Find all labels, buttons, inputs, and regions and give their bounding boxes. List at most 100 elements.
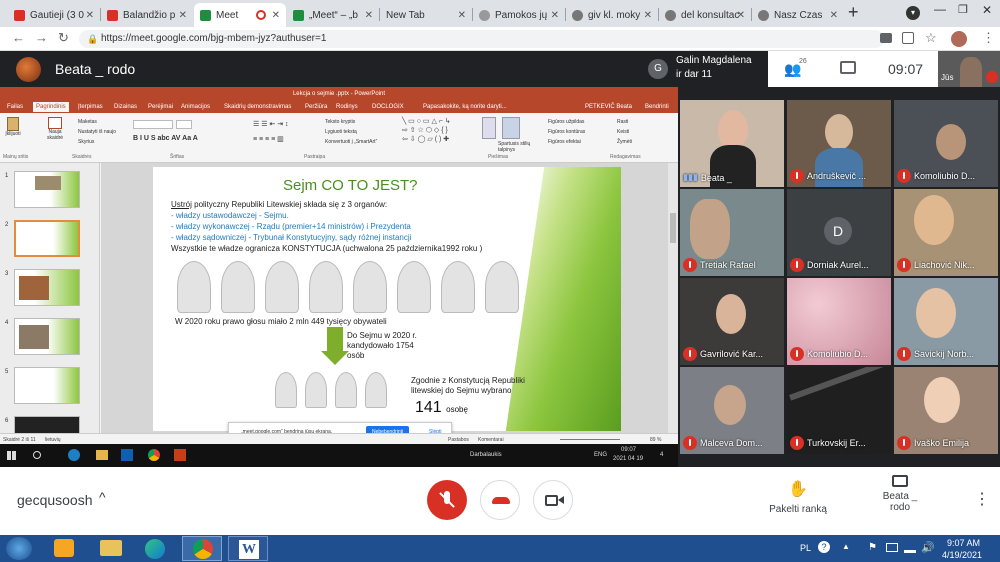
layout-button[interactable]: Maketas	[78, 119, 97, 125]
maximize-button[interactable]: ❐	[958, 3, 968, 16]
ppt-tab[interactable]: Įterpimas	[78, 104, 103, 110]
ppt-tab[interactable]: Peržiūra	[305, 104, 327, 110]
translate-icon[interactable]	[902, 32, 914, 44]
close-tab-icon[interactable]: ✕	[644, 10, 652, 21]
help-icon[interactable]: ?	[818, 541, 830, 553]
ppt-tab[interactable]: DOCLOGIX	[372, 104, 404, 110]
font-size-box[interactable]	[176, 120, 192, 129]
participant-tile[interactable]: Tretiak Rafael	[680, 189, 784, 276]
paste-button[interactable]: Įklijuoti	[3, 117, 23, 143]
ppt-tab[interactable]: Perėjimai	[148, 104, 173, 110]
reload-icon[interactable]: ↻	[58, 30, 69, 46]
tray-arrow-icon[interactable]: ▲	[842, 542, 850, 551]
minimize-button[interactable]: —	[934, 2, 946, 16]
search-icon[interactable]	[33, 451, 41, 459]
browser-tab-active[interactable]: Meet ✕	[194, 3, 286, 27]
more-options-icon[interactable]: ⋮	[974, 489, 990, 509]
file-explorer-icon[interactable]	[100, 540, 122, 556]
shape-effects-button[interactable]: Figūros efektai	[548, 139, 581, 145]
slide-thumbnail[interactable]	[14, 269, 80, 306]
powerpoint-icon[interactable]	[174, 449, 186, 461]
ppt-tab-active[interactable]: Pagrindinis	[33, 102, 69, 112]
ppt-tab[interactable]: Dizainas	[114, 104, 137, 110]
browser-tab[interactable]: Pamokos jų ✕	[473, 3, 565, 27]
volume-icon[interactable]: 🔊	[921, 541, 935, 554]
close-tab-icon[interactable]: ✕	[551, 10, 559, 21]
browser-tab[interactable]: Nasz Czas ✕	[752, 3, 844, 27]
reset-button[interactable]: Nustatyti iš naujo	[78, 129, 116, 135]
replace-button[interactable]: Keisti	[617, 129, 629, 135]
align-row[interactable]: ≡ ≡ ≡ ≡ ▥	[253, 135, 284, 143]
language-indicator[interactable]: PL	[800, 543, 811, 553]
browser-tab[interactable]: giv kl. moky ✕	[566, 3, 658, 27]
leave-call-button[interactable]	[480, 480, 520, 520]
comments-button[interactable]: Komentarai	[478, 437, 504, 443]
explorer-icon[interactable]	[96, 450, 108, 460]
edge-taskbar-icon[interactable]	[145, 539, 165, 559]
close-tab-icon[interactable]: ✕	[458, 10, 466, 21]
chrome-taskbar-icon[interactable]	[182, 536, 222, 561]
chat-icon[interactable]	[840, 61, 856, 74]
share-button[interactable]: Bendrinti	[645, 104, 669, 110]
edge-icon[interactable]	[68, 449, 80, 461]
participant-tile[interactable]: Ivaško Emilija	[894, 367, 998, 454]
display-icon[interactable]	[886, 543, 898, 552]
flag-icon[interactable]: ⚑	[868, 542, 877, 553]
browser-tab[interactable]: del konsultac ✕	[659, 3, 751, 27]
profile-avatar[interactable]	[951, 31, 967, 47]
close-tab-icon[interactable]: ✕	[830, 10, 838, 21]
star-icon[interactable]: ☆	[925, 30, 937, 46]
participant-tile[interactable]: Andruškevič ...	[787, 100, 891, 187]
ppt-tab[interactable]: Failas	[7, 104, 23, 110]
close-tab-icon[interactable]: ✕	[365, 10, 373, 21]
browser-tab[interactable]: Balandžio p ✕	[101, 3, 193, 27]
new-tab-button[interactable]: +	[848, 2, 859, 23]
current-slide[interactable]: Sejm CO TO JEST? Ustrój polityczny Repub…	[153, 167, 621, 431]
participant-tile[interactable]: Turkovskij Er...	[787, 367, 891, 454]
pinned-participant[interactable]: G Galin Magdalena ir dar 11	[640, 51, 768, 87]
font-name-box[interactable]	[133, 120, 173, 129]
participant-tile[interactable]: Malceva Dom...	[680, 367, 784, 454]
zoom-slider[interactable]	[560, 439, 620, 440]
microphone-button[interactable]	[427, 480, 467, 520]
network-icon[interactable]	[904, 543, 916, 553]
url-field[interactable]: 🔒 https://meet.google.com/bjg-mbem-jyz?au…	[79, 30, 884, 48]
participant-tile[interactable]: Savickij Norb...	[894, 278, 998, 365]
ppt-tab[interactable]: Animacijos	[181, 104, 210, 110]
meeting-details-chevron-icon[interactable]: ^	[99, 489, 106, 505]
browser-tab[interactable]: New Tab ✕	[380, 3, 472, 27]
participant-tile[interactable]: ▮▮▮ Beata _	[680, 100, 784, 187]
smartart-button[interactable]: Konvertuoti į „SmartArt“	[325, 139, 377, 145]
participant-tile[interactable]: Liachović Nik...	[894, 189, 998, 276]
slide-thumbnail-selected[interactable]	[14, 220, 80, 257]
participant-tile[interactable]: Komoliubio D...	[894, 100, 998, 187]
participant-tile[interactable]: Komoliubio D...	[787, 278, 891, 365]
participant-tile[interactable]: Gavrilović Kar...	[680, 278, 784, 365]
tab-search-icon[interactable]: ▾	[906, 6, 920, 20]
font-format-row[interactable]: B I U S abc AV Aa A	[133, 135, 198, 142]
windows-icon[interactable]	[7, 451, 16, 460]
forward-icon[interactable]: →	[35, 30, 48, 45]
ppt-tab[interactable]: Skaidrių demonstravimas	[224, 104, 291, 110]
find-button[interactable]: Rasti	[617, 119, 628, 125]
camera-permission-icon[interactable]	[880, 33, 892, 43]
slide-thumbnail[interactable]	[14, 318, 80, 355]
outlook-icon[interactable]	[121, 449, 133, 461]
slide-thumbnail[interactable]	[14, 367, 80, 404]
new-slide-button[interactable]: Nauja skaidrė	[44, 117, 66, 147]
align-text-button[interactable]: Lygiuoti tekstą	[325, 129, 357, 135]
select-button[interactable]: Žymėti	[617, 139, 632, 145]
browser-tab[interactable]: Gautieji (3 0 ✕	[8, 3, 100, 27]
close-tab-icon[interactable]: ✕	[179, 10, 187, 21]
notes-button[interactable]: Pastabos	[448, 437, 469, 443]
shape-outline-button[interactable]: Figūros kontūras	[548, 129, 585, 135]
media-player-icon[interactable]	[54, 539, 74, 557]
slide-thumbnail[interactable]	[14, 171, 80, 208]
self-view[interactable]: Jūs	[938, 51, 1000, 87]
close-tab-icon[interactable]: ✕	[272, 10, 280, 21]
text-direction-button[interactable]: Teksto kryptis	[325, 119, 355, 125]
start-button[interactable]	[6, 537, 32, 560]
vertical-scrollbar[interactable]	[668, 163, 678, 433]
menu-icon[interactable]: ⋮	[982, 30, 995, 46]
notification-icon[interactable]: 4	[660, 452, 663, 458]
